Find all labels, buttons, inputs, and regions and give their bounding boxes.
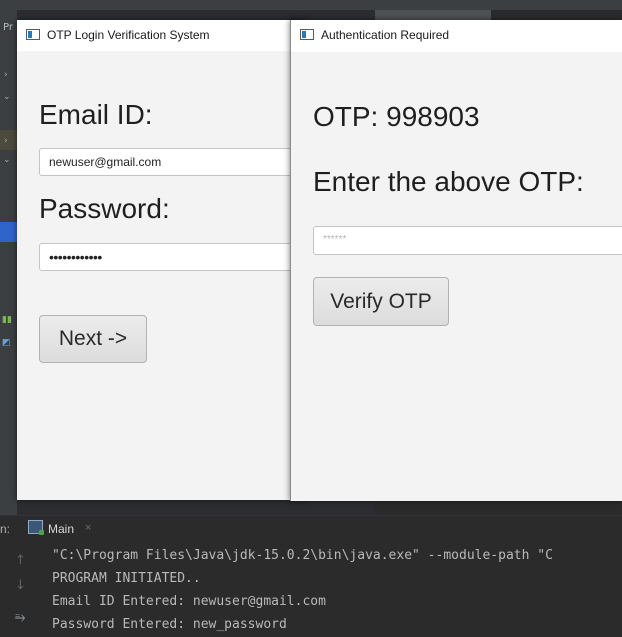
login-window-title: OTP Login Verification System (47, 28, 210, 42)
otp-window-content: OTP: 998903 Enter the above OTP: ****** … (291, 53, 622, 501)
email-label: Email ID: (39, 99, 153, 130)
run-panel-prefix: n: (0, 522, 11, 536)
close-icon[interactable]: × (85, 522, 91, 534)
password-label: Password: (39, 193, 170, 224)
verify-otp-button[interactable]: Verify OTP (313, 277, 449, 326)
java-app-icon (26, 29, 40, 40)
tab-main[interactable]: Main (48, 522, 74, 536)
otp-window: Authentication Required OTP: 998903 Ente… (290, 20, 622, 501)
login-window-content: Email ID: newuser@gmail.com Password: ••… (17, 51, 307, 500)
otp-window-titlebar[interactable]: Authentication Required (291, 20, 622, 52)
editor-tab[interactable] (375, 10, 491, 20)
chevron-down-icon[interactable]: ⌄ (3, 92, 11, 102)
chevron-right-icon[interactable]: › (4, 70, 8, 80)
run-panel-header (0, 515, 622, 544)
java-app-icon (300, 29, 314, 40)
bar-chart-icon[interactable]: ▮▮ (2, 315, 12, 325)
arrow-down-icon[interactable]: ↓ (15, 578, 26, 593)
password-field[interactable]: •••••••••••• (39, 243, 307, 271)
otp-display: OTP: 998903 (313, 101, 480, 132)
chevron-down-icon[interactable]: ⌄ (3, 155, 11, 165)
login-window: OTP Login Verification System Email ID: … (17, 20, 307, 500)
soft-wrap-icon[interactable]: ⥱ (15, 610, 25, 625)
run-config-icon (28, 520, 44, 535)
chevron-right-icon[interactable]: › (4, 136, 8, 146)
otp-input[interactable]: ****** (313, 226, 622, 255)
project-tree-highlight (0, 130, 17, 150)
console-line: "C:\Program Files\Java\jdk-15.0.2\bin\ja… (52, 548, 553, 563)
debug-icon[interactable]: ◩ (2, 338, 11, 348)
project-tree-selected-row[interactable] (0, 222, 17, 242)
login-window-titlebar[interactable]: OTP Login Verification System (17, 20, 307, 51)
arrow-up-icon[interactable]: ↑ (15, 553, 26, 568)
ide-project-panel (0, 10, 17, 515)
otp-prompt: Enter the above OTP: (313, 166, 584, 197)
console-line: PROGRAM INITIATED.. (52, 571, 201, 586)
ide-toolbar (0, 0, 622, 10)
email-field[interactable]: newuser@gmail.com (39, 148, 307, 176)
console-line: Password Entered: new_password (52, 617, 287, 632)
otp-window-title: Authentication Required (321, 28, 450, 42)
project-panel-label: Pr (3, 22, 13, 33)
next-button[interactable]: Next -> (39, 315, 147, 363)
console-line: Email ID Entered: newuser@gmail.com (52, 594, 326, 609)
